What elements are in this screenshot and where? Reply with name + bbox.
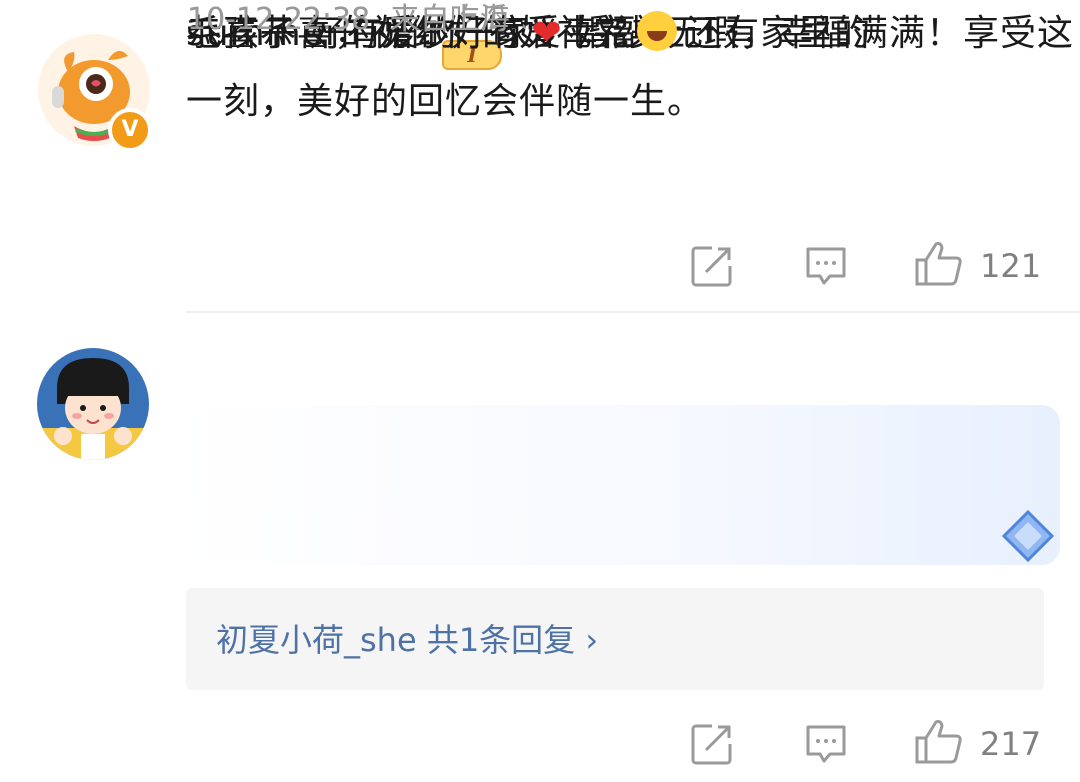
comment-time: 10-12 22:38	[187, 2, 371, 37]
laugh-cry-emoji-icon	[636, 11, 677, 51]
comment-bubble	[170, 405, 1060, 565]
comment-icon[interactable]	[804, 722, 848, 766]
diamond-decoration-icon	[1001, 509, 1055, 563]
like-icon[interactable]	[914, 718, 964, 766]
comment-text-part: 幸福	[562, 13, 637, 54]
like-icon[interactable]	[914, 240, 964, 288]
heart-emoji: ❤	[531, 13, 563, 54]
forward-icon[interactable]	[690, 722, 734, 766]
verified-badge: V	[108, 108, 152, 152]
like-count: 121	[980, 247, 1042, 285]
comment-meta: 10-12 22:38 来自上海	[187, 0, 510, 40]
comment-icon[interactable]	[804, 244, 848, 288]
reply-summary-link[interactable]: 初夏小荷_she 共1条回复 ›	[216, 615, 598, 665]
comment-source: 来自上海	[389, 2, 510, 37]
like-count: 217	[980, 725, 1042, 763]
forward-icon[interactable]	[690, 244, 734, 288]
avatar[interactable]	[37, 348, 149, 460]
